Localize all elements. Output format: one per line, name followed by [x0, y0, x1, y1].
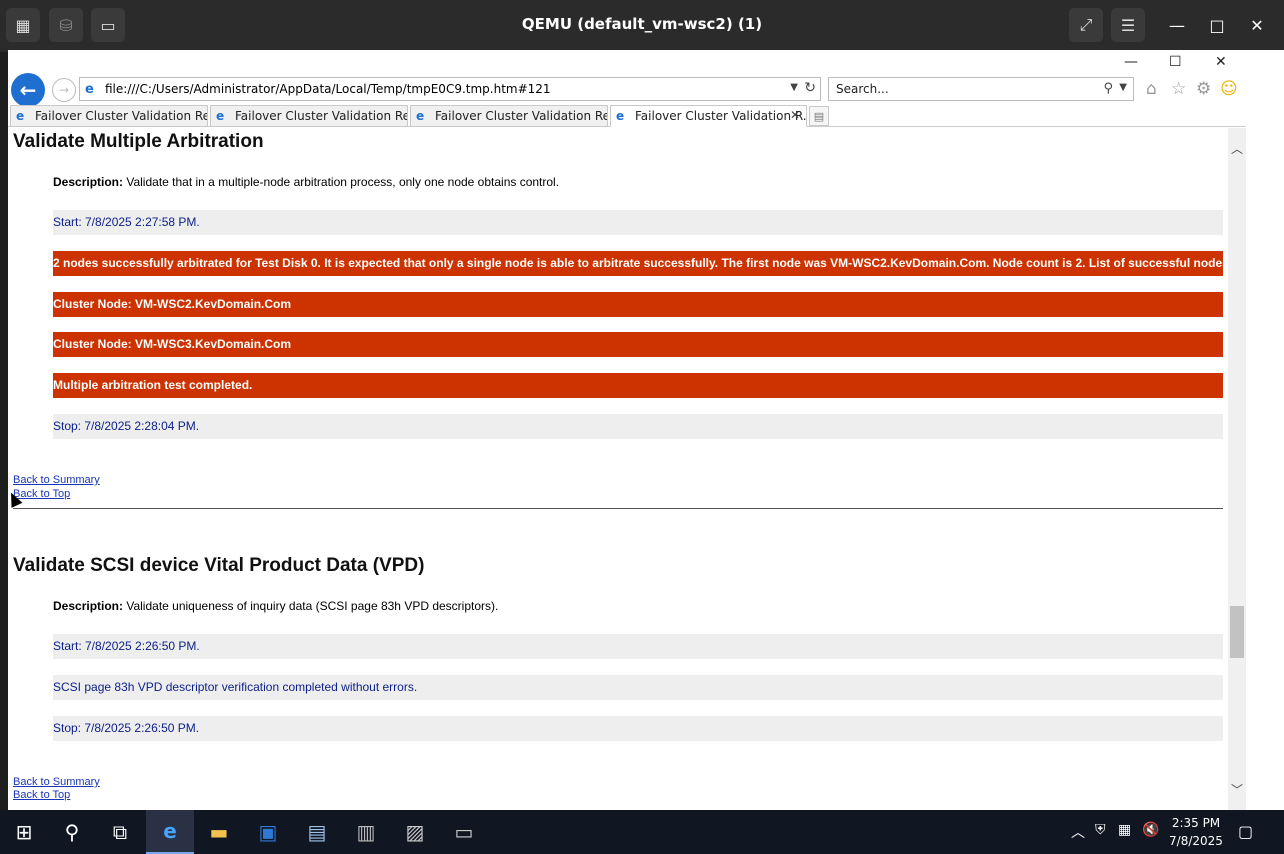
result-row: SCSI page 83h VPD descriptor verificatio…	[53, 675, 1223, 700]
scroll-down-icon[interactable]: ﹀	[1231, 781, 1243, 798]
gear-icon[interactable]: ⚙	[1196, 79, 1211, 99]
notifications-icon[interactable]: ▢	[1238, 822, 1253, 841]
favorites-star-icon[interactable]: ☆	[1171, 79, 1186, 99]
tab-strip: e Failover Cluster Validation Rep... e F…	[8, 105, 1246, 127]
taskbar-clock[interactable]: 2:35 PM 7/8/2025	[1166, 814, 1226, 850]
internet-explorer-icon[interactable]: e	[146, 810, 194, 854]
clock-time: 2:35 PM	[1171, 816, 1221, 830]
back-to-top-link[interactable]: Back to Top	[13, 789, 70, 801]
error-row: Multiple arbitration test completed.	[53, 373, 1223, 398]
command-prompt-icon[interactable]: ▭	[440, 810, 488, 854]
ie-tab-icon: e	[616, 109, 625, 123]
tray-volume-muted-icon[interactable]: 🔇	[1142, 822, 1159, 838]
minimize-icon[interactable]: —	[1160, 10, 1194, 40]
clock-date: 7/8/2025	[1169, 834, 1223, 848]
result-row: Stop: 7/8/2025 2:28:04 PM.	[53, 414, 1223, 439]
tab-report-4-active[interactable]: e Failover Cluster Validation R... ✕	[610, 105, 807, 127]
section-description: Description: Validate uniqueness of inqu…	[53, 599, 498, 613]
ie-tab-icon: e	[416, 109, 425, 123]
fullscreen-icon[interactable]: ⤢	[1069, 8, 1103, 42]
ie-window: — ☐ ✕ ← → e file:///C:/Users/Administrat…	[8, 50, 1284, 810]
search-icon[interactable]: ⚲	[1103, 81, 1113, 96]
cluster-manager-icon[interactable]: ▥	[342, 810, 390, 854]
ie-tab-icon: e	[16, 109, 25, 123]
maximize-icon[interactable]: □	[1200, 10, 1234, 40]
scroll-up-icon[interactable]: ︿	[1231, 140, 1243, 157]
section-description: Description: Validate that in a multiple…	[53, 175, 559, 189]
tab-close-icon[interactable]: ✕	[790, 108, 800, 122]
qemu-titlebar: ▦ ⛁ ▭ QEMU (default_vm-wsc2) (1) ⤢ ☰ — □…	[0, 0, 1284, 52]
ie-maximize-icon[interactable]: ☐	[1169, 54, 1182, 70]
section-title: Validate SCSI device Vital Product Data …	[13, 555, 425, 576]
error-row: Cluster Node: VM-WSC3.KevDomain.Com	[53, 332, 1223, 357]
menu-icon[interactable]: ☰	[1111, 8, 1145, 42]
tab-label: Failover Cluster Validation Rep...	[435, 109, 607, 123]
scrollbar-thumb[interactable]	[1230, 606, 1244, 658]
back-to-summary-link[interactable]: Back to Summary	[13, 776, 100, 788]
tab-report-1[interactable]: e Failover Cluster Validation Rep...	[10, 105, 208, 127]
back-to-top-link[interactable]: Back to Top	[13, 488, 70, 500]
admin-tools-icon[interactable]: ▨	[391, 810, 439, 854]
start-windows-icon[interactable]: ⊞	[0, 810, 48, 854]
network-app-icon[interactable]: ▤	[293, 810, 341, 854]
tray-chevron-up-icon[interactable]: ︿	[1071, 822, 1085, 842]
tray-network-icon[interactable]: ▦	[1118, 822, 1131, 838]
section-divider	[13, 508, 1223, 509]
description-text: Validate that in a multiple-node arbitra…	[123, 175, 560, 189]
ie-toolbar: — ☐ ✕ ← → e file:///C:/Users/Administrat…	[8, 50, 1246, 128]
description-text: Validate uniqueness of inquiry data (SCS…	[123, 599, 499, 613]
address-bar[interactable]: e file:///C:/Users/Administrator/AppData…	[79, 77, 821, 101]
back-to-summary-link[interactable]: Back to Summary	[13, 474, 100, 486]
result-row: Start: 7/8/2025 2:27:58 PM.	[53, 210, 1223, 235]
tray-security-icon[interactable]: ⛨	[1095, 822, 1106, 838]
back-arrow-icon[interactable]: ←	[11, 73, 45, 107]
address-dropdown-icon[interactable]: ▼	[790, 82, 798, 93]
search-dropdown-icon[interactable]: ▼	[1119, 82, 1127, 93]
section-title: Validate Multiple Arbitration	[13, 131, 264, 152]
tab-report-2[interactable]: e Failover Cluster Validation Rep...	[210, 105, 408, 127]
ie-close-icon[interactable]: ✕	[1215, 54, 1227, 70]
ie-page-icon: e	[85, 82, 94, 97]
tab-report-3[interactable]: e Failover Cluster Validation Rep...	[410, 105, 608, 127]
description-label: Description:	[53, 599, 124, 613]
tab-label: Failover Cluster Validation Rep...	[235, 109, 407, 123]
result-row: Stop: 7/8/2025 2:26:50 PM.	[53, 716, 1223, 741]
new-tab-icon[interactable]: ▤	[809, 106, 829, 126]
description-label: Description:	[53, 175, 124, 189]
search-taskbar-icon[interactable]: ⚲	[48, 810, 96, 854]
tab-label: Failover Cluster Validation Rep...	[35, 109, 207, 123]
ie-minimize-icon[interactable]: —	[1124, 54, 1138, 70]
address-url: file:///C:/Users/Administrator/AppData/L…	[105, 82, 551, 96]
smiley-feedback-icon[interactable]: ☺	[1220, 79, 1238, 99]
tab-label: Failover Cluster Validation R...	[635, 109, 807, 123]
ie-tab-icon: e	[216, 109, 225, 123]
refresh-icon[interactable]: ↻	[804, 80, 816, 96]
home-icon[interactable]: ⌂	[1146, 79, 1157, 99]
search-box[interactable]: Search... ⚲ ▼	[828, 77, 1134, 101]
task-view-icon[interactable]: ⧉	[96, 810, 144, 854]
report-content: Validate Multiple Arbitration Descriptio…	[8, 128, 1228, 810]
search-placeholder: Search...	[836, 82, 889, 96]
file-explorer-icon[interactable]: ▬	[195, 810, 243, 854]
forward-arrow-icon[interactable]: →	[52, 78, 76, 102]
error-row: 2 nodes successfully arbitrated for Test…	[53, 251, 1223, 276]
error-row: Cluster Node: VM-WSC2.KevDomain.Com	[53, 292, 1223, 317]
vertical-scrollbar[interactable]: ︿ ﹀	[1228, 128, 1246, 810]
taskbar: ⊞ ⚲ ⧉ e ▬ ▣ ▤ ▥ ▨ ▭ ︿ ⛨ ▦ 🔇 2:35 PM 7/8/…	[0, 810, 1284, 854]
result-row: Start: 7/8/2025 2:26:50 PM.	[53, 634, 1223, 659]
server-manager-icon[interactable]: ▣	[244, 810, 292, 854]
close-icon[interactable]: ✕	[1240, 10, 1274, 40]
